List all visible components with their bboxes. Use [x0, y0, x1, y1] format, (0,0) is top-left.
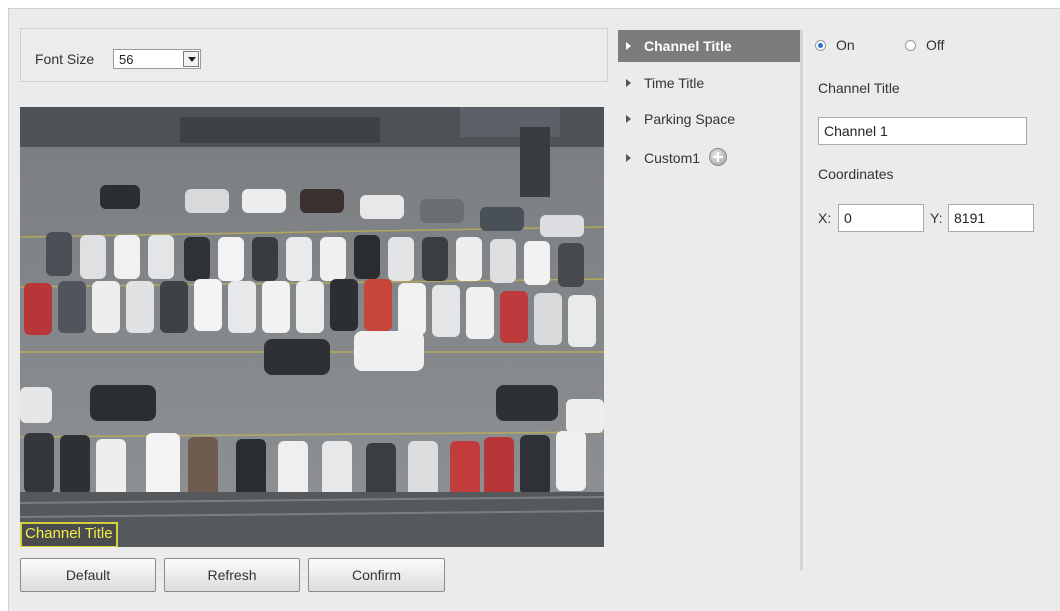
add-custom-icon[interactable] [709, 148, 727, 166]
caret-right-icon [626, 154, 631, 162]
channel-title-input[interactable]: Channel 1 [818, 117, 1027, 145]
on-radio[interactable] [815, 40, 826, 51]
caret-right-icon [626, 42, 631, 50]
off-label: Off [926, 37, 945, 53]
y-label: Y: [930, 210, 943, 226]
font-size-value: 56 [119, 52, 134, 67]
x-label: X: [818, 210, 832, 226]
nav-item-parking-space[interactable]: Parking Space [618, 103, 800, 135]
osd-channel-title[interactable]: Channel Title [20, 522, 118, 547]
default-button[interactable]: Default [20, 558, 156, 592]
nav-item-time-title[interactable]: Time Title [618, 67, 800, 99]
on-label: On [836, 37, 855, 53]
confirm-button[interactable]: Confirm [308, 558, 445, 592]
font-size-box: Font Size 56 [20, 28, 608, 82]
nav-item-channel-title[interactable]: Channel Title [618, 30, 800, 62]
coordinates-label: Coordinates [818, 166, 894, 182]
channel-title-label: Channel Title [818, 80, 900, 96]
refresh-button[interactable]: Refresh [164, 558, 300, 592]
font-size-select[interactable]: 56 [113, 49, 201, 69]
video-preview: Channel Title [20, 107, 604, 547]
parking-lot-image [20, 107, 604, 547]
y-coordinate-input[interactable]: 8191 [948, 204, 1034, 232]
caret-right-icon [626, 115, 631, 123]
nav-item-label: Custom1 [644, 150, 701, 166]
nav-item-custom1[interactable]: Custom1 [618, 142, 800, 174]
off-radio[interactable] [905, 40, 916, 51]
caret-right-icon [626, 79, 631, 87]
overlay-type-nav: Channel Title Time Title Parking Space C… [618, 30, 803, 570]
nav-item-label: Parking Space [644, 111, 736, 127]
chevron-down-icon[interactable] [183, 51, 199, 67]
nav-item-label: Time Title [644, 75, 705, 91]
nav-item-label: Channel Title [644, 38, 732, 54]
x-coordinate-input[interactable]: 0 [838, 204, 924, 232]
font-size-label: Font Size [35, 51, 95, 67]
